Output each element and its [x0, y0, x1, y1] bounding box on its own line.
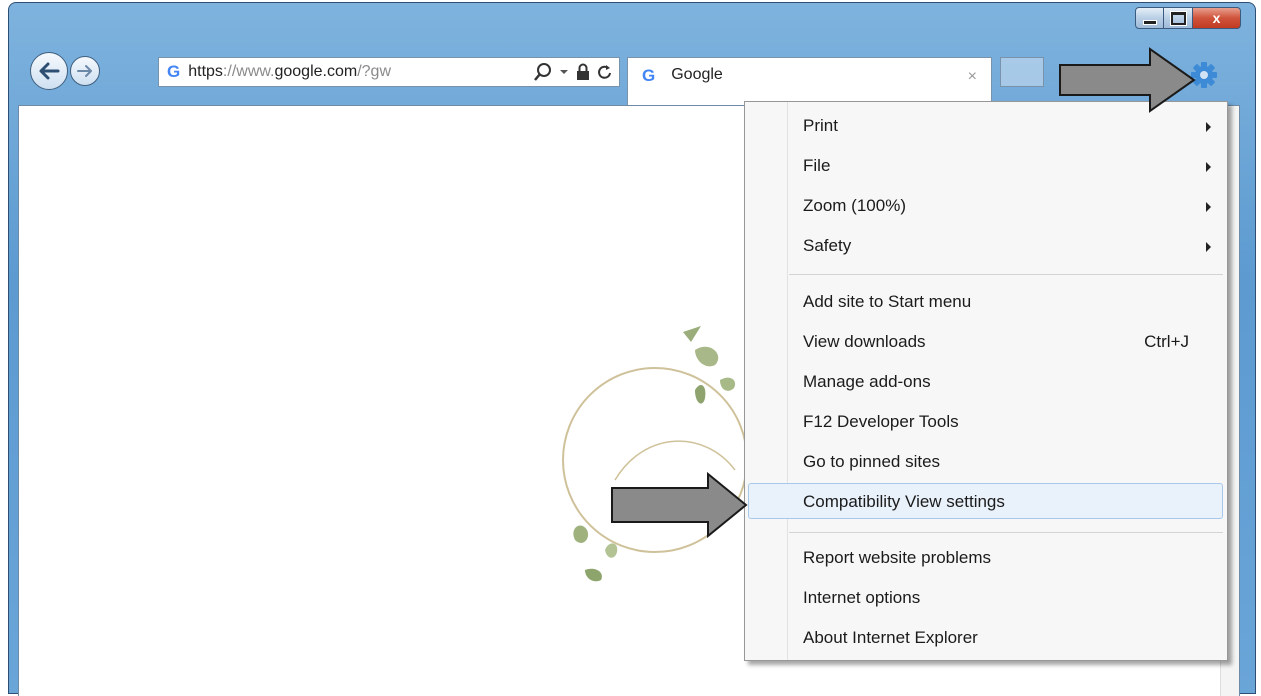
- menu-item-safety[interactable]: Safety: [803, 232, 851, 260]
- menu-item-label: Go to pinned sites: [803, 452, 941, 471]
- forward-arrow-icon: [77, 65, 92, 77]
- menu-item-label: Print: [803, 116, 838, 135]
- menu-item-report-website-problems[interactable]: Report website problems: [803, 544, 991, 572]
- menu-item-go-to-pinned-sites[interactable]: Go to pinned sites: [803, 448, 940, 476]
- tab-title: Google: [671, 66, 723, 83]
- search-icon[interactable]: [533, 62, 553, 82]
- menu-item-shortcut: Ctrl+J: [1144, 332, 1189, 351]
- menu-item-label: View downloads: [803, 332, 926, 351]
- url-separator: ://www.: [222, 63, 275, 80]
- menu-item-compatibility-view-settings[interactable]: Compatibility View settings: [803, 488, 1005, 516]
- submenu-arrow-icon: [1206, 162, 1211, 172]
- tools-menu: Print File Zoom (100%) Safety Add site t…: [744, 101, 1228, 661]
- new-tab-button[interactable]: [1000, 57, 1044, 87]
- menu-item-file[interactable]: File: [803, 152, 830, 180]
- menu-item-label: Report website problems: [803, 548, 992, 567]
- callout-arrow-gear: [1059, 47, 1196, 113]
- lock-icon[interactable]: [575, 63, 591, 81]
- menu-item-manage-addons[interactable]: Manage add-ons: [803, 368, 931, 396]
- forward-button[interactable]: [70, 56, 100, 86]
- menu-icon-gutter: [745, 102, 788, 660]
- menu-item-label: Internet options: [803, 588, 921, 607]
- dropdown-arrow-icon[interactable]: [559, 67, 569, 77]
- menu-item-label: About Internet Explorer: [803, 628, 978, 647]
- minimize-icon: [1142, 19, 1157, 25]
- submenu-arrow-icon: [1206, 202, 1211, 212]
- address-bar[interactable]: G https://www. google.com/?gw: [158, 57, 620, 87]
- menu-separator: [789, 274, 1223, 275]
- menu-item-label: Manage add-ons: [803, 372, 931, 391]
- callout-arrow-compatibility: [611, 472, 748, 538]
- tab-close-icon[interactable]: ×: [968, 68, 977, 86]
- url-domain: google.com: [274, 63, 358, 80]
- submenu-arrow-icon: [1206, 122, 1211, 132]
- menu-item-internet-options[interactable]: Internet options: [803, 584, 920, 612]
- wreath-decoration: [562, 326, 748, 582]
- url-scheme: https: [188, 63, 223, 80]
- submenu-arrow-icon: [1206, 242, 1211, 252]
- close-window-button[interactable]: x: [1193, 7, 1241, 29]
- menu-item-f12-developer-tools[interactable]: F12 Developer Tools: [803, 408, 959, 436]
- url-path: /?gw: [357, 63, 391, 80]
- menu-item-label: Safety: [803, 236, 852, 255]
- tab-google[interactable]: G Google ×: [627, 57, 992, 105]
- menu-separator: [789, 532, 1223, 533]
- maximize-button[interactable]: [1164, 7, 1193, 29]
- close-icon: x: [1212, 10, 1221, 26]
- menu-item-label: F12 Developer Tools: [803, 412, 959, 431]
- menu-item-print[interactable]: Print: [803, 112, 838, 140]
- refresh-icon[interactable]: [597, 63, 613, 81]
- menu-item-label: Compatibility View settings: [803, 492, 1005, 511]
- minimize-button[interactable]: [1135, 7, 1164, 29]
- back-button[interactable]: [30, 52, 68, 90]
- maximize-icon: [1170, 11, 1186, 25]
- menu-item-zoom[interactable]: Zoom (100%): [803, 192, 906, 220]
- back-arrow-icon: [39, 62, 60, 80]
- menu-item-about-internet-explorer[interactable]: About Internet Explorer: [803, 624, 978, 652]
- menu-item-add-site-to-start[interactable]: Add site to Start menu: [803, 288, 971, 316]
- menu-item-label: Add site to Start menu: [803, 292, 972, 311]
- caption-buttons: x: [1135, 7, 1241, 29]
- address-bar-icons: [533, 62, 613, 82]
- site-favicon: G: [167, 62, 181, 81]
- menu-item-view-downloads[interactable]: View downloads: [803, 328, 926, 356]
- menu-item-label: File: [803, 156, 831, 175]
- menu-item-label: Zoom (100%): [803, 196, 906, 215]
- tab-favicon: G: [642, 66, 656, 85]
